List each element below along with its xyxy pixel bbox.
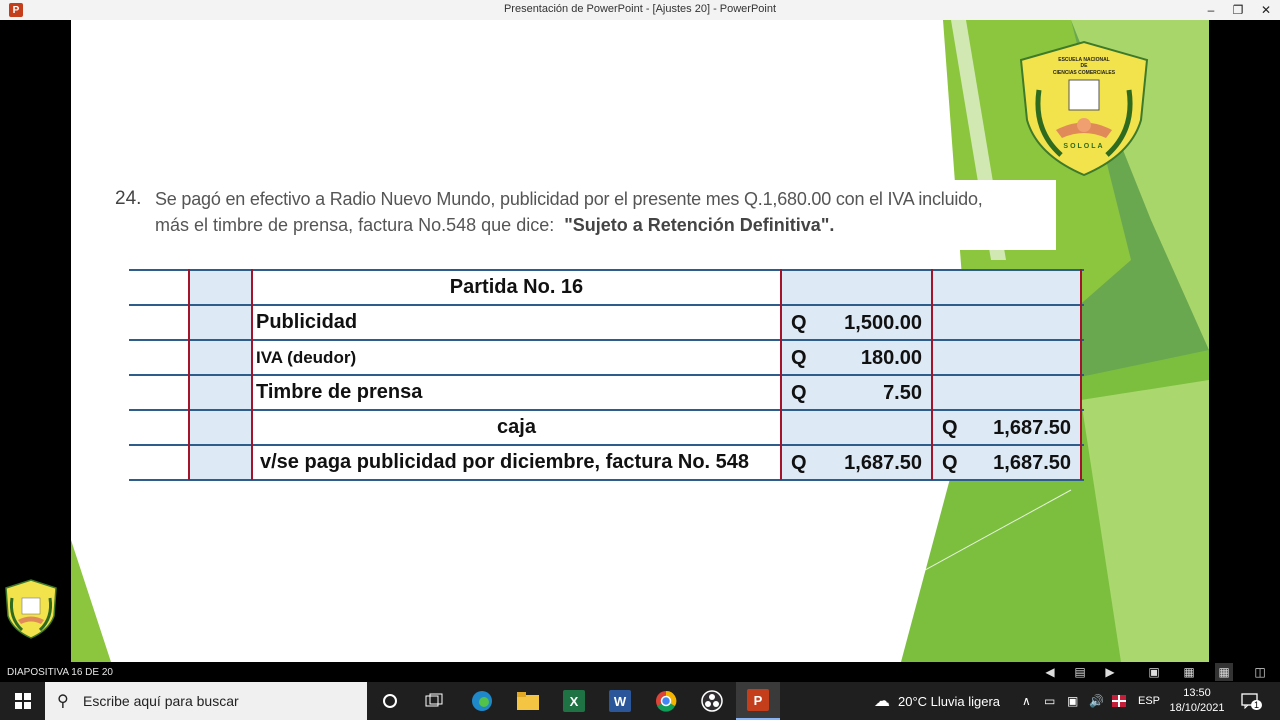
cloud-rain-icon: ☁ xyxy=(874,693,890,710)
table-row: Timbre de prensa Q 7.50 xyxy=(129,376,1084,411)
exercise-quote: "Sujeto a Retención Definitiva". xyxy=(564,215,835,235)
table-cell xyxy=(189,411,252,444)
exercise-text-line2-prefix: más el timbre de prensa, factura No.548 … xyxy=(155,215,555,235)
account-name: caja xyxy=(252,411,781,444)
account-name: Publicidad xyxy=(252,306,781,339)
excel-icon[interactable]: X xyxy=(552,682,596,720)
battery-icon[interactable]: ▭ xyxy=(1044,682,1055,720)
entry-description: v/se paga publicidad por diciembre, fact… xyxy=(252,446,781,479)
title-bar: P Presentación de PowerPoint - [Ajustes … xyxy=(0,0,1280,20)
svg-text:CIENCIAS COMERCIALES: CIENCIAS COMERCIALES xyxy=(1053,70,1116,76)
column-divider xyxy=(251,269,253,480)
cortana-icon[interactable] xyxy=(368,682,412,720)
table-row: Publicidad Q 1,500.00 xyxy=(129,306,1084,341)
table-cell xyxy=(932,271,1081,304)
word-icon[interactable]: W xyxy=(598,682,642,720)
table-cell xyxy=(129,446,189,479)
exercise-statement: 24. Se pagó en efectivo a Radio Nuevo Mu… xyxy=(96,180,1056,250)
table-cell xyxy=(189,271,252,304)
powerpoint-taskbar-icon[interactable]: P xyxy=(736,682,780,720)
debit-cell: Q 1,500.00 xyxy=(781,306,932,339)
credit-cell: Q 1,687.50 xyxy=(932,411,1081,444)
credit-cell: Q 1,687.50 xyxy=(932,446,1081,479)
table-cell xyxy=(129,306,189,339)
exercise-number: 24. xyxy=(115,188,142,209)
column-divider xyxy=(931,269,933,480)
task-view-icon[interactable] xyxy=(412,682,456,720)
svg-text:SOLOLA: SOLOLA xyxy=(1063,143,1104,150)
svg-text:DE: DE xyxy=(1081,63,1089,69)
edge-icon[interactable] xyxy=(460,682,504,720)
app-window: P Presentación de PowerPoint - [Ajustes … xyxy=(0,0,1280,720)
svg-text:W: W xyxy=(614,694,627,709)
obs-icon[interactable] xyxy=(690,682,734,720)
school-logo-small xyxy=(5,579,57,639)
slide-sorter-icon[interactable]: ▦ xyxy=(1180,663,1198,681)
table-row: v/se paga publicidad por diciembre, fact… xyxy=(129,446,1084,481)
language-indicator[interactable]: ESP xyxy=(1138,682,1160,720)
table-cell xyxy=(189,306,252,339)
search-placeholder: Escribe aquí para buscar xyxy=(83,693,239,709)
windows-start-icon[interactable] xyxy=(0,682,45,720)
reading-view-icon[interactable]: ▦ xyxy=(1215,663,1233,681)
slide-canvas[interactable]: ESCUELA NACIONAL DE CIENCIAS COMERCIALES… xyxy=(71,20,1209,662)
weather-text: 20°C Lluvia ligera xyxy=(898,693,1001,709)
clock[interactable]: 13:50 18/10/2021 xyxy=(1163,686,1231,716)
column-divider xyxy=(1080,269,1082,480)
account-name: Timbre de prensa xyxy=(252,376,781,409)
table-row: Partida No. 16 xyxy=(129,269,1084,306)
table-cell xyxy=(189,446,252,479)
notification-count: 1 xyxy=(1251,700,1263,710)
svg-text:P: P xyxy=(754,693,763,708)
table-cell xyxy=(129,271,189,304)
table-cell xyxy=(129,341,189,374)
account-name: IVA (deudor) xyxy=(252,341,781,374)
journal-entry-table[interactable]: Partida No. 16 Publicidad Q 1,500.00 IVA … xyxy=(129,269,1084,481)
table-row: caja Q 1,687.50 xyxy=(129,411,1084,446)
notifications-icon[interactable]: 1 xyxy=(1241,682,1263,720)
file-explorer-icon[interactable] xyxy=(506,682,550,720)
taskbar: ⚲ Escribe aquí para buscar X W P ☁ 20°C … xyxy=(0,682,1280,720)
weather-widget[interactable]: ☁ 20°C Lluvia ligera xyxy=(874,682,1000,720)
search-icon: ⚲ xyxy=(57,693,69,710)
notes-icon[interactable]: ▤ xyxy=(1071,663,1089,681)
next-slide-icon[interactable]: ▶ xyxy=(1101,663,1119,681)
search-box[interactable]: ⚲ Escribe aquí para buscar xyxy=(45,682,367,720)
chrome-icon[interactable] xyxy=(644,682,688,720)
slideshow-icon[interactable]: ◫ xyxy=(1251,663,1269,681)
close-icon[interactable]: ✕ xyxy=(1250,0,1280,20)
window-title: Presentación de PowerPoint - [Ajustes 20… xyxy=(503,3,777,15)
volume-icon[interactable]: 🔊 xyxy=(1089,682,1104,720)
table-cell xyxy=(129,411,189,444)
debit-cell: Q 1,687.50 xyxy=(781,446,932,479)
credit-cell xyxy=(932,306,1081,339)
previous-slide-icon[interactable]: ◀ xyxy=(1041,663,1059,681)
svg-text:X: X xyxy=(570,694,579,709)
column-divider xyxy=(780,269,782,480)
exercise-text-line2: más el timbre de prensa, factura No.548 … xyxy=(155,215,834,236)
table-cell xyxy=(189,376,252,409)
journal-header: Partida No. 16 xyxy=(252,271,781,304)
normal-view-icon[interactable]: ▣ xyxy=(1145,663,1163,681)
debit-cell xyxy=(781,411,932,444)
table-cell xyxy=(129,376,189,409)
clock-time: 13:50 xyxy=(1183,687,1211,699)
language-flag-icon[interactable] xyxy=(1112,682,1126,720)
debit-cell: Q 7.50 xyxy=(781,376,932,409)
table-cell xyxy=(189,341,252,374)
clock-date: 18/10/2021 xyxy=(1169,702,1225,714)
show-hidden-icons-icon[interactable]: ∧ xyxy=(1022,682,1031,720)
credit-cell xyxy=(932,376,1081,409)
debit-cell: Q 180.00 xyxy=(781,341,932,374)
slide-counter: DIAPOSITIVA 16 DE 20 xyxy=(7,666,113,678)
exercise-text-line1: Se pagó en efectivo a Radio Nuevo Mundo,… xyxy=(155,189,983,209)
credit-cell xyxy=(932,341,1081,374)
network-icon[interactable]: ▣ xyxy=(1067,682,1078,720)
table-row: IVA (deudor) Q 180.00 xyxy=(129,341,1084,376)
column-divider xyxy=(188,269,190,480)
table-cell xyxy=(781,271,932,304)
